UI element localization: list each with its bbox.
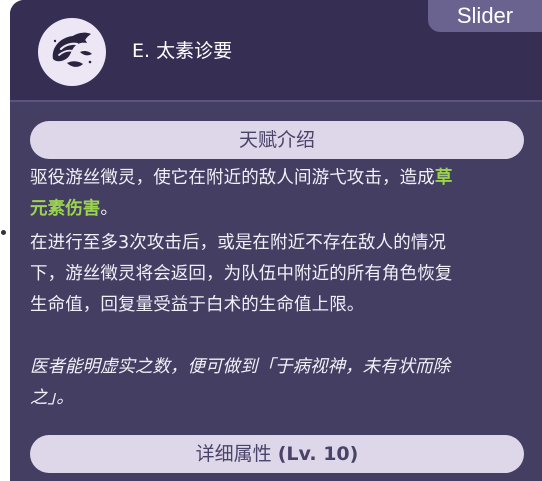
skill-icon-badge <box>38 18 106 86</box>
desc-line: 下，游丝徵灵将会返回，为队伍中附近的所有角色恢复 <box>30 264 453 284</box>
talent-section-header[interactable]: 天赋介绍 <box>30 121 524 159</box>
desc-line: 在进行至多3次攻击后，或是在附近不存在敌人的情况 <box>30 233 447 253</box>
desc-text: 。 <box>100 199 119 219</box>
skill-name: E. 太素诊要 <box>132 40 233 62</box>
dendro-highlight: 元素伤害 <box>30 199 101 219</box>
detail-section-header[interactable]: 详细属性 (Lv. 10) <box>30 435 524 473</box>
header-divider <box>10 100 542 102</box>
desc-line: 元素伤害。 <box>30 194 535 225</box>
quote-line: 医者能明虚实之数，便可做到「于病视神，未有状而除 <box>30 357 450 377</box>
desc-line: 生命值，回复量受益于白术的生命值上限。 <box>30 295 365 315</box>
detail-level: (Lv. 10) <box>277 443 359 465</box>
slider-tab[interactable]: Slider <box>428 0 542 32</box>
detail-title: 详细属性 <box>195 443 272 465</box>
skill-card: E. 太素诊要 Slider 天赋介绍 驱役游丝徵灵，使它在附近的敌人间游弋攻击… <box>10 0 542 481</box>
dendro-highlight: 草 <box>434 168 453 188</box>
dendro-lamp-icon <box>47 25 97 79</box>
desc-text: 驱役游丝徵灵，使它在附近的敌人间游弋攻击，造成 <box>30 168 435 188</box>
skill-header: E. 太素诊要 Slider <box>10 0 542 100</box>
desc-line: 驱役游丝徵灵，使它在附近的敌人间游弋攻击，造成草 <box>30 163 535 194</box>
quote-line: 之」。 <box>30 388 74 408</box>
talent-description-return: 在进行至多3次攻击后，或是在附近不存在敌人的情况 下，游丝徵灵将会返回，为队伍中… <box>30 228 535 321</box>
margin-dot <box>1 230 6 235</box>
talent-flavor-quote: 医者能明虚实之数，便可做到「于病视神，未有状而除 之」。 <box>30 352 535 414</box>
talent-description-attack: 驱役游丝徵灵，使它在附近的敌人间游弋攻击，造成草 元素伤害。 <box>30 163 535 225</box>
